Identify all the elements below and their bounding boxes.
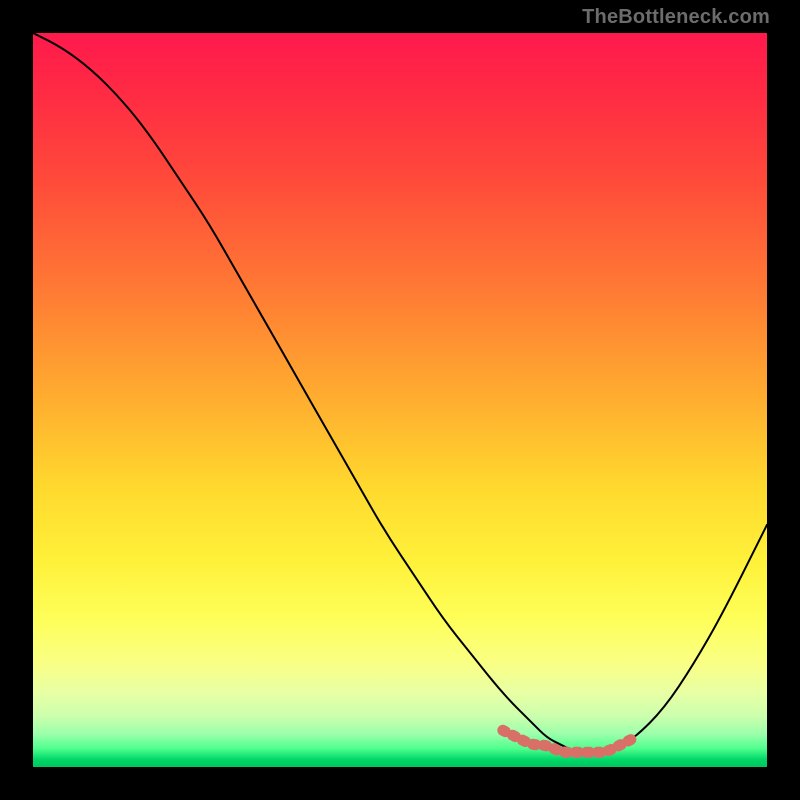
curve-layer [33, 33, 767, 767]
bottleneck-curve [33, 33, 767, 752]
gradient-plot-area [33, 33, 767, 767]
chart-frame: TheBottleneck.com [0, 0, 800, 800]
optimal-band [503, 730, 635, 752]
watermark-text: TheBottleneck.com [582, 6, 770, 29]
